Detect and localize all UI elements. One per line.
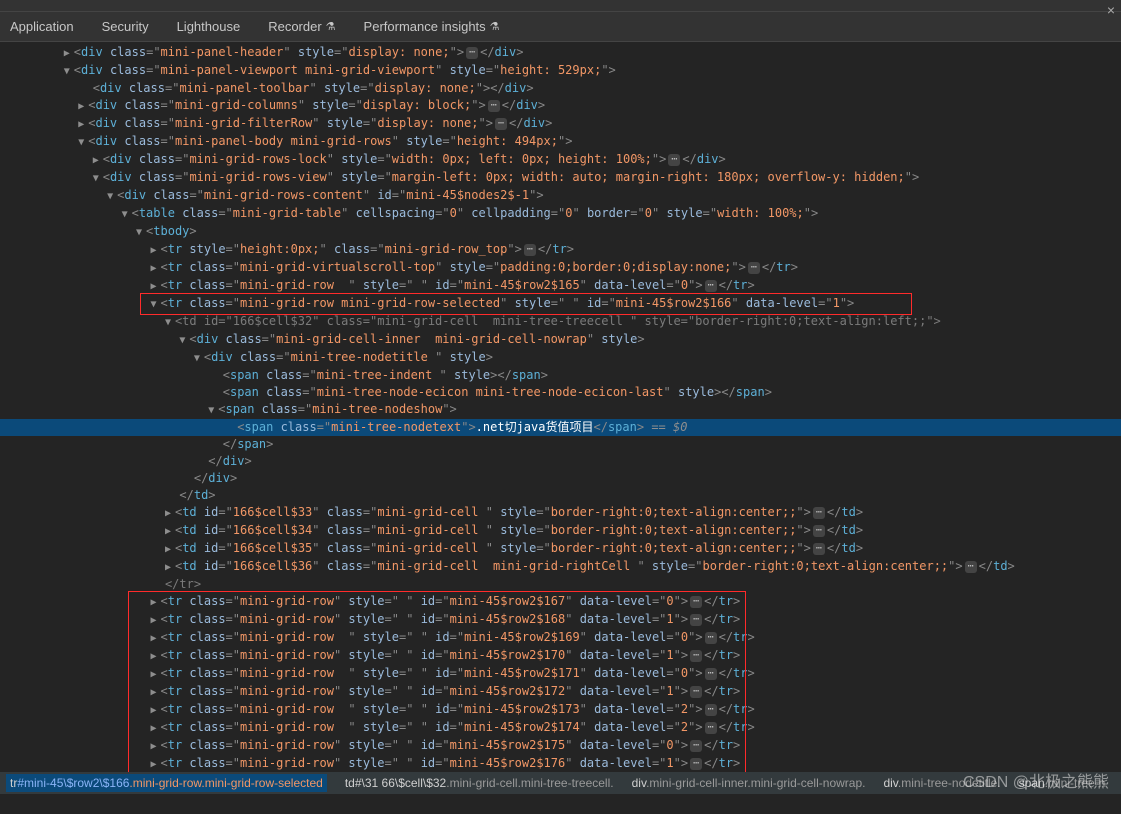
dom-line[interactable]: ▼<div class="mini-panel-viewport mini-gr… <box>0 62 1121 80</box>
dom-line[interactable]: ▼<tr class="mini-grid-row mini-grid-row-… <box>0 295 1121 313</box>
dom-line[interactable]: </div> <box>0 453 1121 470</box>
dom-line[interactable]: ▶<td id="166$cell$34" class="mini-grid-c… <box>0 522 1121 540</box>
dom-line[interactable]: ▶<tr class="mini-grid-row " style=" " id… <box>0 277 1121 295</box>
dom-line[interactable]: ▶<tr class="mini-grid-row " style=" " id… <box>0 665 1121 683</box>
dom-line[interactable]: <span class="mini-tree-node-ecicon mini-… <box>0 384 1121 401</box>
dom-line[interactable]: ▼<div class="mini-tree-nodetitle " style… <box>0 349 1121 367</box>
dom-line[interactable]: ▶<div class="mini-grid-filterRow" style=… <box>0 115 1121 133</box>
dom-line[interactable]: ▶<tr class="mini-grid-row" style=" " id=… <box>0 647 1121 665</box>
menu-lighthouse[interactable]: Lighthouse <box>177 19 241 34</box>
dom-line[interactable]: <span class="mini-tree-indent " style></… <box>0 367 1121 384</box>
dom-line[interactable]: ▼<td id="166$cell$32" class="mini-grid-c… <box>0 313 1121 331</box>
dom-line[interactable]: ▶<tr class="mini-grid-row" style=" " id=… <box>0 593 1121 611</box>
close-icon[interactable]: × <box>1107 2 1115 18</box>
dom-line[interactable]: </div> <box>0 470 1121 487</box>
dom-line[interactable]: ▼<span class="mini-tree-nodeshow"> <box>0 401 1121 419</box>
dom-line[interactable]: ▼<table class="mini-grid-table" cellspac… <box>0 205 1121 223</box>
dom-tree[interactable]: ▶<div class="mini-panel-header" style="d… <box>0 42 1121 791</box>
dom-line[interactable]: ▼<div class="mini-panel-body mini-grid-r… <box>0 133 1121 151</box>
watermark: CSDN @北极之熊熊 <box>963 768 1109 792</box>
breadcrumb-item[interactable]: tr#mini-45\$row2\$166.mini-grid-row.mini… <box>6 774 327 792</box>
dom-line[interactable]: ▶<tr class="mini-grid-virtualscroll-top"… <box>0 259 1121 277</box>
breadcrumb-item[interactable]: td#\31 66\$cell\$32.mini-grid-cell.mini-… <box>345 776 614 790</box>
menu-security[interactable]: Security <box>102 19 149 34</box>
dom-line[interactable]: ▼<tbody> <box>0 223 1121 241</box>
menubar: Application Security Lighthouse Recorder ⚗ P… <box>0 12 1121 42</box>
dom-line[interactable]: ▼<div class="mini-grid-cell-inner mini-g… <box>0 331 1121 349</box>
info-bar: × <box>0 0 1121 12</box>
dom-line[interactable]: ▶<tr style="height:0px;" class="mini-gri… <box>0 241 1121 259</box>
dom-line[interactable]: ▶<tr class="mini-grid-row" style=" " id=… <box>0 737 1121 755</box>
menu-recorder[interactable]: Recorder ⚗ <box>268 19 335 34</box>
breadcrumb[interactable]: tr#mini-45\$row2\$166.mini-grid-row.mini… <box>0 772 1121 794</box>
breadcrumb-item[interactable]: div.mini-grid-cell-inner.mini-grid-cell-… <box>632 776 866 790</box>
dom-line[interactable]: ▶<tr class="mini-grid-row" style=" " id=… <box>0 611 1121 629</box>
dom-line[interactable]: ▶<tr class="mini-grid-row " style=" " id… <box>0 629 1121 647</box>
dom-line[interactable]: </span> <box>0 436 1121 453</box>
dom-line[interactable]: ▶<tr class="mini-grid-row " style=" " id… <box>0 701 1121 719</box>
dom-line[interactable]: ▶<tr class="mini-grid-row" style=" " id=… <box>0 755 1121 773</box>
dom-line[interactable]: ▼<div class="mini-grid-rows-content" id=… <box>0 187 1121 205</box>
dom-line[interactable]: </tr> <box>0 576 1121 593</box>
dom-line[interactable]: ▶<tr class="mini-grid-row" style=" " id=… <box>0 683 1121 701</box>
dom-line[interactable]: <span class="mini-tree-nodetext">.net切ja… <box>0 419 1121 436</box>
dom-line[interactable]: ▶<td id="166$cell$36" class="mini-grid-c… <box>0 558 1121 576</box>
dom-line[interactable]: ▼<div class="mini-grid-rows-view" style=… <box>0 169 1121 187</box>
dom-line[interactable]: ▶<td id="166$cell$35" class="mini-grid-c… <box>0 540 1121 558</box>
dom-line[interactable]: ▶<tr class="mini-grid-row " style=" " id… <box>0 719 1121 737</box>
dom-line[interactable]: <div class="mini-panel-toolbar" style="d… <box>0 80 1121 97</box>
dom-line[interactable]: ▶<div class="mini-grid-columns" style="d… <box>0 97 1121 115</box>
dom-line[interactable]: ▶<td id="166$cell$33" class="mini-grid-c… <box>0 504 1121 522</box>
menu-performance-insights[interactable]: Performance insights ⚗ <box>364 19 500 34</box>
dom-line[interactable]: ▶<div class="mini-grid-rows-lock" style=… <box>0 151 1121 169</box>
menu-application[interactable]: Application <box>10 19 74 34</box>
dom-line[interactable]: </td> <box>0 487 1121 504</box>
dom-line[interactable]: ▶<div class="mini-panel-header" style="d… <box>0 44 1121 62</box>
